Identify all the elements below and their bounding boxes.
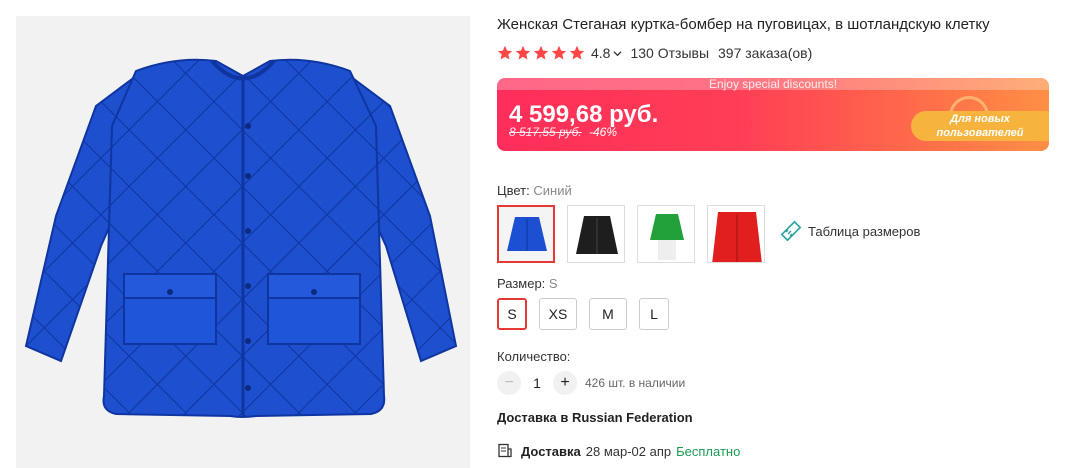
star-icon (569, 45, 585, 60)
delivery-label: Доставка (521, 443, 581, 459)
blue-jacket-thumbnail-icon (499, 207, 553, 261)
swatch-black[interactable] (567, 205, 625, 263)
color-label: Цвет: Синий (497, 183, 572, 198)
chevron-down-icon[interactable] (613, 49, 623, 58)
star-icon (515, 45, 531, 60)
product-title: Женская Стеганая куртка-бомбер на пугови… (497, 16, 990, 33)
delivery-destination[interactable]: Доставка в Russian Federation (497, 410, 693, 425)
price-banner: Enjoy special discounts! 4 599,68 руб. 8… (497, 78, 1049, 151)
promo-strip: Enjoy special discounts! (497, 78, 1049, 91)
rating-stars (497, 45, 585, 61)
quantity-increase-button[interactable]: + (553, 371, 577, 395)
star-icon (533, 45, 549, 60)
star-icon (551, 45, 567, 60)
orders-count: 397 заказа(ов) (718, 45, 813, 61)
size-options: S XS M L (497, 298, 669, 330)
color-label-text: Цвет: (497, 183, 530, 198)
size-option-m[interactable]: M (589, 298, 627, 330)
color-swatches (497, 205, 765, 263)
delivery-box-icon (498, 443, 512, 458)
reviews-link[interactable]: 130 Отзывы (630, 45, 709, 61)
size-label: Размер: S (497, 276, 558, 291)
black-jacket-thumbnail-icon (568, 206, 624, 262)
size-table-link[interactable]: Таблица размеров (780, 220, 920, 242)
swatch-red[interactable] (707, 205, 765, 263)
size-option-l[interactable]: L (639, 298, 669, 330)
rating-value[interactable]: 4.8 (591, 45, 610, 61)
product-main-image[interactable] (16, 16, 470, 468)
size-table-label: Таблица размеров (808, 223, 921, 239)
color-value: Синий (533, 183, 572, 198)
blue-quilted-jacket-image (24, 58, 458, 418)
green-jacket-thumbnail-icon (638, 206, 694, 262)
quantity-label: Количество: (497, 349, 571, 364)
delivery-free: Бесплатно (676, 443, 741, 459)
swatch-blue[interactable] (497, 205, 555, 263)
size-label-text: Размер: (497, 276, 546, 291)
delivery-row: Доставка 28 мар-02 апр Бесплатно (497, 443, 740, 459)
swatch-green[interactable] (637, 205, 695, 263)
discount-percent: -46% (589, 125, 618, 139)
quantity-stepper: − 1 + 426 шт. в наличии (497, 371, 685, 395)
old-price: 8 517,55 руб. (509, 125, 582, 139)
delivery-dates: 28 мар-02 апр (585, 443, 672, 459)
star-icon (497, 45, 513, 60)
quantity-value[interactable]: 1 (521, 375, 553, 391)
new-users-badge[interactable]: Для новых пользователей (911, 111, 1049, 141)
rating-row: 4.8 130 Отзывы 397 заказа(ов) (497, 44, 812, 62)
new-users-label: Для новых пользователей (936, 113, 1024, 139)
ruler-icon (780, 220, 802, 242)
quantity-decrease-button[interactable]: − (497, 371, 521, 395)
promo-text: Enjoy special discounts! (708, 78, 838, 91)
size-option-xs[interactable]: XS (539, 298, 577, 330)
stock-count: 426 шт. в наличии (585, 376, 686, 390)
red-jacket-thumbnail-icon (708, 206, 764, 262)
size-option-s[interactable]: S (497, 298, 527, 330)
size-value: S (548, 276, 558, 291)
